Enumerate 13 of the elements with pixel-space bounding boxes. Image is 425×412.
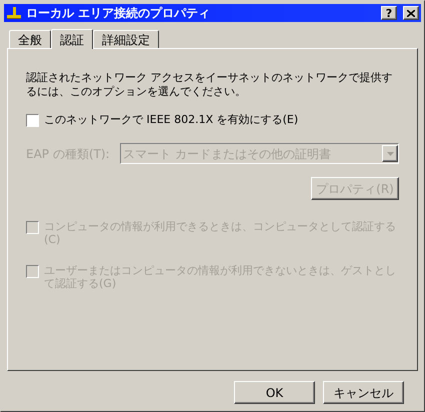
close-icon [407,10,415,16]
checkbox-label: このネットワークで IEEE 802.1X を有効にする(E) [44,113,298,126]
checkbox[interactable] [26,114,39,127]
tab[interactable]: 全般 [9,30,51,48]
window-title: ローカル エリア接続のプロパティ [26,5,212,22]
network-icon [6,6,22,20]
help-button[interactable]: ? [381,6,397,20]
description: 認証されたネットワーク アクセスをイーサネットのネットワークで提供するには、このオプションを選んでください。 [26,71,394,99]
close-button[interactable] [403,6,419,20]
dialog-button[interactable]: キャンセル [323,381,404,404]
tab[interactable]: 認証 [51,29,93,49]
dialog-button[interactable]: OK [234,381,315,404]
tab[interactable]: 詳細設定 [93,30,159,48]
